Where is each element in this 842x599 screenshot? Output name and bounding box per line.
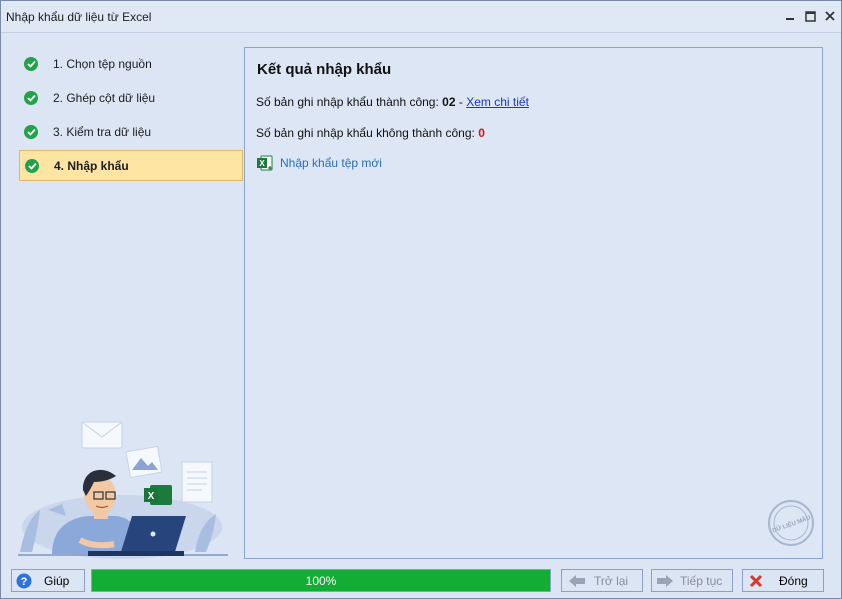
help-label: Giúp	[44, 573, 70, 588]
progress-bar: 100%	[91, 569, 551, 592]
step-label: 3. Kiểm tra dữ liệu	[53, 124, 152, 139]
maximize-icon	[804, 10, 816, 22]
fail-label: Số bản ghi nhập khẩu không thành công:	[256, 126, 475, 140]
envelope-icon	[81, 421, 123, 449]
check-circle-icon	[24, 90, 38, 105]
image-icon	[125, 445, 163, 479]
next-button[interactable]: Tiếp tục	[651, 569, 733, 592]
step-map-columns[interactable]: 2. Ghép cột dữ liệu	[19, 82, 243, 113]
close-button[interactable]: Đóng	[742, 569, 824, 592]
back-label: Trở lại	[594, 573, 629, 588]
svg-text:X: X	[148, 491, 155, 502]
steps-sidebar: 1. Chọn tệp nguồn 2. Ghép cột dữ liệu 3.…	[10, 47, 243, 559]
arrow-right-icon	[657, 574, 673, 587]
check-circle-icon	[24, 56, 38, 71]
back-button[interactable]: Trở lại	[561, 569, 643, 592]
minimize-icon	[786, 18, 794, 20]
step-label: 1. Chọn tệp nguồn	[53, 56, 152, 71]
check-circle-icon	[24, 124, 38, 139]
success-count: 02	[442, 95, 456, 109]
close-icon	[825, 11, 835, 21]
svg-text:?: ?	[21, 576, 28, 588]
document-icon	[181, 461, 213, 503]
step-choose-source[interactable]: 1. Chọn tệp nguồn	[19, 48, 243, 79]
excel-file-icon: X	[144, 485, 172, 505]
close-window-button[interactable]	[821, 7, 839, 25]
view-details-link[interactable]: Xem chi tiết	[466, 95, 529, 109]
help-button[interactable]: ? Giúp	[11, 569, 85, 592]
import-dialog: Nhập khẩu dữ liệu từ Excel 1. Chọn tệp n…	[0, 0, 842, 599]
svg-text:X: X	[259, 159, 265, 168]
check-circle-icon	[25, 158, 39, 173]
step-import[interactable]: 4. Nhập khẩu	[19, 150, 243, 181]
result-panel: Kết quả nhập khẩu Số bản ghi nhập khẩu t…	[244, 47, 823, 559]
progress-text: 100%	[305, 574, 337, 588]
minimize-button[interactable]	[781, 7, 799, 25]
next-label: Tiếp tục	[680, 573, 723, 588]
close-x-icon	[749, 574, 763, 587]
arrow-left-icon	[569, 574, 585, 587]
window-title: Nhập khẩu dữ liệu từ Excel	[6, 10, 152, 24]
fail-line: Số bản ghi nhập khẩu không thành công: 0	[256, 126, 485, 140]
fail-count: 0	[478, 126, 485, 140]
result-heading: Kết quả nhập khẩu	[257, 61, 392, 78]
step-label: 2. Ghép cột dữ liệu	[53, 90, 156, 105]
footer-bar: ? Giúp 100% Trở lại Tiếp tục Đóng	[1, 565, 841, 598]
sample-data-stamp: DỮ LIỆU MẪU	[768, 500, 814, 546]
import-illustration: X	[18, 421, 228, 559]
help-icon: ?	[16, 573, 32, 588]
step-label: 4. Nhập khẩu	[54, 158, 129, 173]
success-line: Số bản ghi nhập khẩu thành công: 02 - Xe…	[256, 95, 529, 109]
title-bar: Nhập khẩu dữ liệu từ Excel	[1, 1, 841, 33]
success-label: Số bản ghi nhập khẩu thành công:	[256, 95, 439, 109]
import-new-file-link[interactable]: X Nhập khẩu tệp mới	[257, 155, 382, 171]
maximize-button[interactable]	[801, 7, 819, 25]
import-new-file-label: Nhập khẩu tệp mới	[280, 156, 382, 170]
close-label: Đóng	[779, 573, 808, 588]
separator: -	[458, 95, 463, 109]
step-check-data[interactable]: 3. Kiểm tra dữ liệu	[19, 116, 243, 147]
excel-icon: X	[257, 155, 273, 171]
